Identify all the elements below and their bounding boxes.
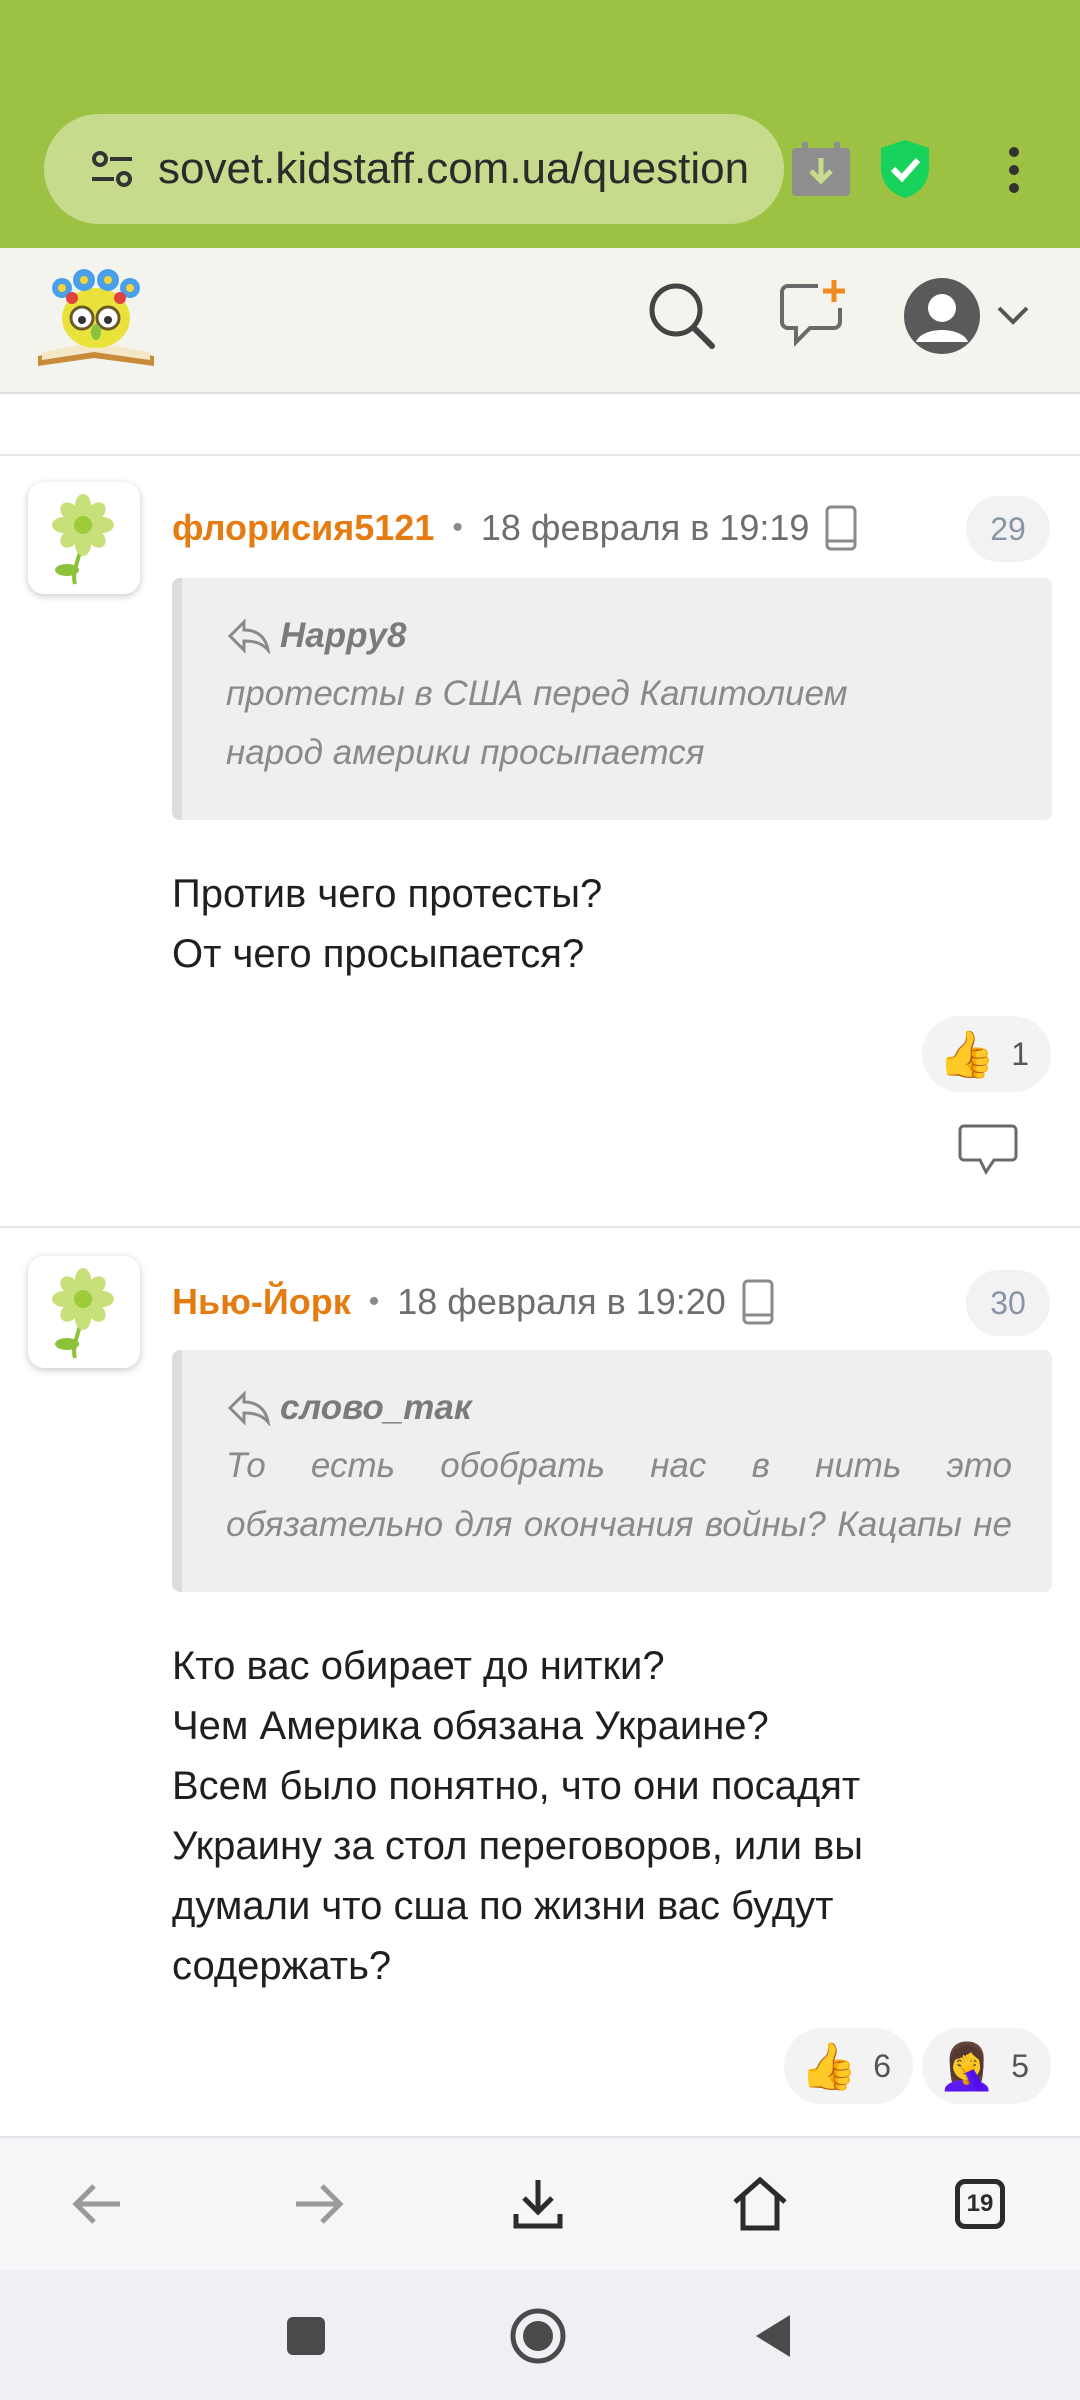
comment-date: 18 февраля в 19:20 xyxy=(397,1281,726,1322)
reply-arrow-icon xyxy=(227,1390,271,1426)
comment-line: Чем Америка обязана Украине? xyxy=(172,1704,769,1748)
flower-icon xyxy=(52,494,114,585)
comment-body: Против чего протесты? От чего просыпаетс… xyxy=(172,864,1052,984)
quote-block: слово_так То есть обобрать нас в нить эт… xyxy=(172,1350,1052,1592)
comment-body: Кто вас обирает до нитки? Чем Америка об… xyxy=(172,1636,1052,1996)
url-text: sovet.kidstaff.com.ua/question xyxy=(158,144,750,193)
download-icon xyxy=(513,2180,563,2229)
download-button[interactable] xyxy=(502,2168,574,2240)
system-navigation-bar xyxy=(0,2270,1080,2400)
site-settings-icon[interactable] xyxy=(88,145,136,193)
reaction-count: 6 xyxy=(873,2047,892,2084)
thumbs-up-icon: 👍 xyxy=(938,1028,996,1080)
arrow-right-icon xyxy=(296,2184,344,2224)
separator-dot: • xyxy=(452,511,463,544)
mobile-device-icon xyxy=(825,505,857,551)
thumbs-up-icon: 👍 xyxy=(800,2040,858,2092)
reaction-count: 5 xyxy=(1011,2047,1030,2084)
home-nav-button[interactable] xyxy=(508,2306,568,2366)
new-question-icon[interactable] xyxy=(778,278,848,348)
comment-date: 18 февраля в 19:19 xyxy=(480,507,810,548)
site-header xyxy=(0,248,1080,394)
comment-meta: флорисия5121 • 18 февраля в 19:19 xyxy=(172,498,857,558)
tabs-button[interactable]: 19 xyxy=(944,2168,1016,2240)
home-icon xyxy=(733,2176,787,2231)
flower-icon xyxy=(52,1268,114,1359)
facepalm-icon: 🤦‍♀️ xyxy=(938,2040,996,2092)
back-button[interactable] xyxy=(62,2168,134,2240)
comment-line: Кто вас обирает до нитки? xyxy=(172,1644,665,1688)
chevron-down-icon[interactable] xyxy=(996,304,1030,326)
comment-line: От чего просыпается? xyxy=(172,932,585,976)
browser-toolbar: sovet.kidstaff.com.ua/question xyxy=(0,0,1080,248)
comment-line: Украину за стол переговоров, или вы xyxy=(172,1824,864,1868)
more-options-icon[interactable] xyxy=(1002,146,1026,194)
reply-arrow-icon xyxy=(227,618,271,654)
reaction-thumbs-up[interactable]: 👍 1 xyxy=(922,1016,1052,1092)
comment-line: содержать? xyxy=(172,1944,392,1988)
quote-author[interactable]: слово_так xyxy=(280,1388,472,1428)
comment-number[interactable]: 29 xyxy=(966,496,1050,562)
quote-text: протесты в США перед Капитолием народ ам… xyxy=(226,664,1012,782)
forward-button[interactable] xyxy=(282,2168,354,2240)
quote-header: Happy8 xyxy=(226,608,1012,664)
reaction-count: 1 xyxy=(1011,1035,1030,1072)
reaction-thumbs-up[interactable]: 👍 6 xyxy=(784,2028,914,2104)
tab-count: 19 xyxy=(955,2179,1005,2229)
recent-apps-button[interactable] xyxy=(276,2306,336,2366)
user-avatar[interactable] xyxy=(28,1256,140,1368)
comment-line: Всем было понятно, что они посадят xyxy=(172,1764,861,1808)
quote-line: протесты в США перед Капитолием xyxy=(226,674,848,713)
divider xyxy=(0,1226,1080,1228)
divider xyxy=(0,454,1080,456)
quote-line: народ америки просыпается xyxy=(226,733,705,772)
quote-header: слово_так xyxy=(226,1380,1012,1436)
reaction-facepalm[interactable]: 🤦‍♀️ 5 xyxy=(922,2028,1052,2104)
user-avatar[interactable] xyxy=(28,482,140,594)
search-icon[interactable] xyxy=(646,280,718,352)
download-manager-icon[interactable] xyxy=(790,142,852,198)
comment-line: Против чего протесты? xyxy=(172,872,603,916)
circle-icon xyxy=(510,2308,566,2364)
home-button[interactable] xyxy=(724,2168,796,2240)
shield-icon[interactable] xyxy=(878,138,932,200)
quote-author[interactable]: Happy8 xyxy=(280,616,406,656)
quote-text: То есть обобрать нас в нить это обязател… xyxy=(226,1446,1012,1544)
mobile-device-icon xyxy=(742,1279,774,1325)
comment-line: думали что сша по жизни вас будут xyxy=(172,1884,834,1928)
author-name[interactable]: флорисия5121 xyxy=(172,507,434,549)
arrow-left-icon xyxy=(72,2184,120,2224)
square-icon xyxy=(287,2317,325,2355)
back-nav-button[interactable] xyxy=(742,2306,802,2366)
reply-comment-icon[interactable] xyxy=(958,1122,1018,1176)
browser-bottom-toolbar: 19 xyxy=(0,2136,1080,2270)
quote-block: Happy8 протесты в США перед Капитолием н… xyxy=(172,578,1052,820)
triangle-back-icon xyxy=(756,2315,790,2357)
site-logo[interactable] xyxy=(34,264,158,376)
comment-meta: Нью-Йорк • 18 февраля в 19:20 xyxy=(172,1272,774,1332)
author-name[interactable]: Нью-Йорк xyxy=(172,1281,351,1323)
separator-dot: • xyxy=(368,1285,380,1318)
comment-number[interactable]: 30 xyxy=(966,1270,1050,1336)
user-avatar-icon[interactable] xyxy=(902,276,982,356)
address-bar[interactable]: sovet.kidstaff.com.ua/question xyxy=(44,114,784,224)
